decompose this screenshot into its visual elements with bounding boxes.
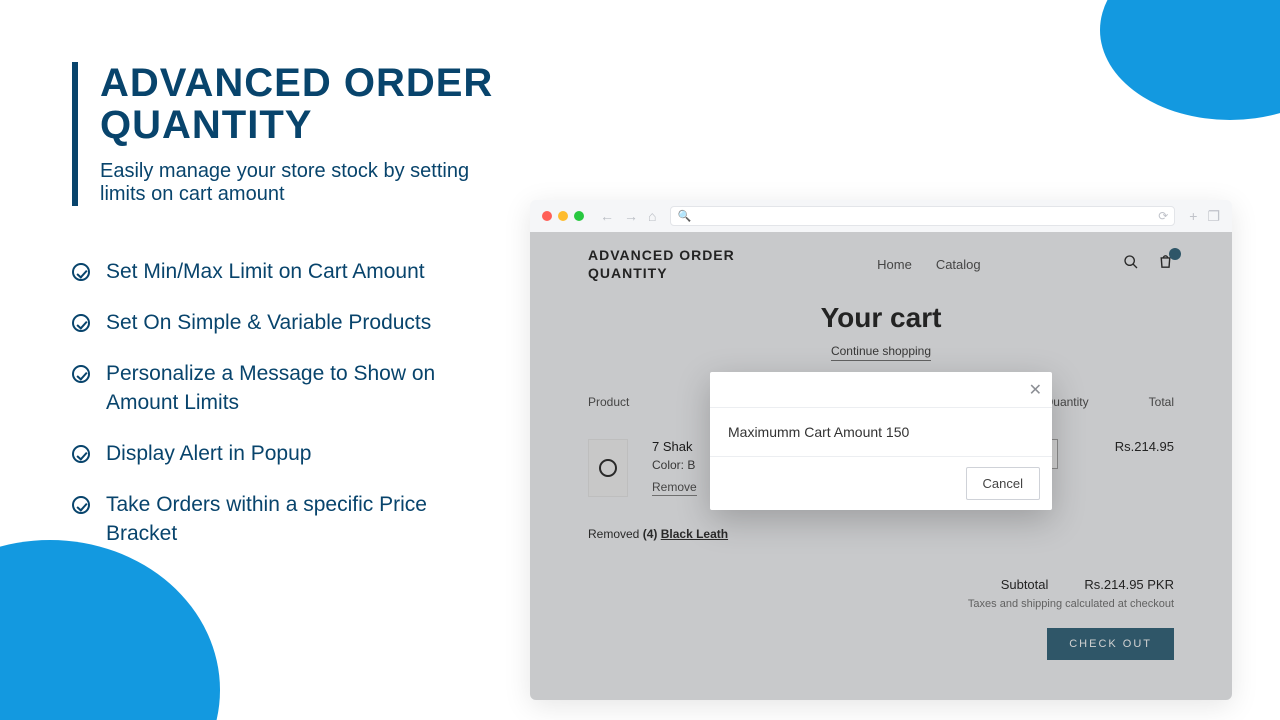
home-icon[interactable]: ⌂ [648, 208, 656, 224]
feature-item: Set On Simple & Variable Products [72, 309, 502, 338]
cancel-button[interactable]: Cancel [966, 467, 1040, 500]
tabs-icon[interactable]: ❐ [1207, 208, 1220, 225]
feature-text: Display Alert in Popup [106, 440, 311, 469]
feature-item: Personalize a Message to Show on Amount … [72, 360, 502, 418]
check-icon [72, 314, 90, 332]
back-icon[interactable]: ← [600, 208, 614, 224]
decor-blob-top-right [1100, 0, 1280, 120]
page-title: ADVANCED ORDER QUANTITY [100, 62, 502, 146]
close-icon[interactable]: ✕ [1029, 380, 1042, 400]
marketing-panel: ADVANCED ORDER QUANTITY Easily manage yo… [72, 62, 502, 571]
check-icon [72, 445, 90, 463]
check-icon [72, 263, 90, 281]
nav-buttons: ← → ⌂ [600, 208, 656, 224]
min-dot-icon [558, 211, 568, 221]
alert-modal: ✕ Maximumm Cart Amount 150 Cancel [710, 372, 1052, 510]
feature-text: Personalize a Message to Show on Amount … [106, 360, 502, 418]
address-bar[interactable]: 🔍 ⟳ [670, 206, 1175, 226]
feature-item: Set Min/Max Limit on Cart Amount [72, 258, 502, 287]
feature-list: Set Min/Max Limit on Cart Amount Set On … [72, 258, 502, 549]
feature-item: Display Alert in Popup [72, 440, 502, 469]
reload-icon[interactable]: ⟳ [1158, 209, 1168, 223]
browser-toolbar: ← → ⌂ 🔍 ⟳ + ❐ [530, 200, 1232, 232]
forward-icon[interactable]: → [624, 208, 638, 224]
feature-text: Take Orders within a specific Price Brac… [106, 491, 502, 549]
max-dot-icon [574, 211, 584, 221]
browser-mock: ← → ⌂ 🔍 ⟳ + ❐ ADVANCED ORDER QUANTITY Ho… [530, 200, 1232, 700]
modal-message: Maximumm Cart Amount 150 [710, 408, 1052, 457]
page-subtitle: Easily manage your store stock by settin… [100, 160, 502, 206]
feature-text: Set Min/Max Limit on Cart Amount [106, 258, 425, 287]
check-icon [72, 496, 90, 514]
search-icon: 🔍 [677, 210, 691, 223]
feature-item: Take Orders within a specific Price Brac… [72, 491, 502, 549]
traffic-lights [542, 211, 584, 221]
close-dot-icon [542, 211, 552, 221]
feature-text: Set On Simple & Variable Products [106, 309, 431, 338]
check-icon [72, 365, 90, 383]
add-tab-icon[interactable]: + [1189, 208, 1197, 225]
